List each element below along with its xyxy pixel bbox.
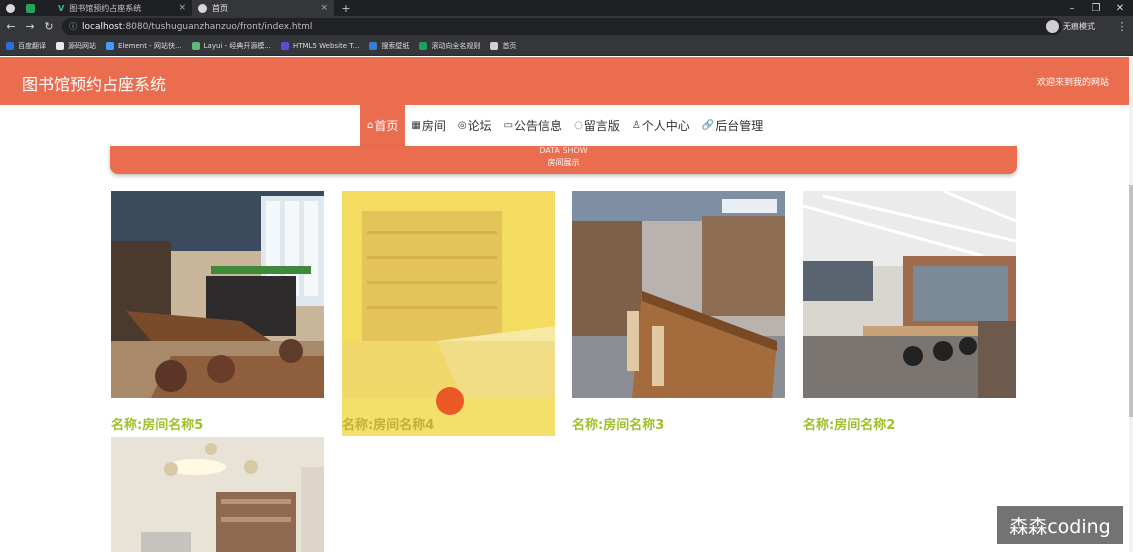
bookmark-item[interactable]: Layui - 经典开源模...	[191, 41, 272, 51]
nav-icon: ▭	[503, 120, 514, 131]
bookmark-icon	[56, 42, 64, 50]
bookmark-item[interactable]: Element - 网站快...	[106, 41, 182, 51]
bookmark-label: 源码网站	[68, 42, 96, 50]
bookmark-item[interactable]: 百度翻译	[6, 41, 46, 51]
pointer-highlight	[436, 387, 464, 415]
bookmark-label: Layui - 经典开源模...	[203, 42, 272, 50]
new-tab-button[interactable]: +	[338, 0, 354, 16]
url-host: localhost	[82, 21, 123, 32]
incognito-profile[interactable]: 无痕模式	[1046, 19, 1095, 34]
nav-icon: ▦	[411, 120, 421, 131]
restore-icon[interactable]: ❐	[1084, 0, 1108, 16]
nav-label: 留言版	[583, 119, 620, 133]
nav-item[interactable]: ◌ 留言版	[568, 105, 626, 146]
room-image[interactable]	[342, 191, 555, 398]
reload-icon[interactable]: ↻	[42, 19, 56, 33]
url-input[interactable]: ⓘ localhost:8080/tushuguanzhanzuo/front/…	[62, 18, 1062, 35]
site-header: 图书馆预约占座系统 欢迎来到我的网站	[0, 57, 1129, 105]
nav-icon: 🔗	[701, 120, 715, 131]
nav-label: 首页	[374, 119, 399, 133]
scrollbar-thumb[interactable]	[1129, 185, 1133, 417]
tab-pinned[interactable]	[0, 0, 54, 16]
room-image[interactable]	[803, 191, 1016, 398]
nav-label: 房间	[421, 119, 446, 133]
nav-icon: ⌂	[367, 120, 374, 131]
room-name[interactable]: 名称:房间名称5	[111, 414, 324, 433]
back-icon[interactable]: ←	[4, 19, 18, 33]
close-icon[interactable]: ×	[178, 3, 186, 13]
nav-item[interactable]: ⌂ 首页	[360, 105, 406, 146]
bookmark-item[interactable]: 首页	[490, 41, 516, 51]
site-title: 图书馆预约占座系统	[22, 75, 167, 94]
bookmark-icon	[490, 42, 499, 50]
minimize-icon[interactable]: –	[1060, 0, 1084, 16]
room-card[interactable]: 名称:房间名称3	[572, 191, 785, 433]
tab-title: 首页	[212, 3, 228, 13]
nav-item[interactable]: ◎ 论坛	[451, 105, 498, 146]
bookmark-label: 首页	[502, 42, 517, 50]
banner-en: DATA SHOW	[539, 146, 588, 155]
close-window-icon[interactable]: ✕	[1108, 0, 1132, 16]
watermark: 森森coding	[997, 506, 1123, 544]
tab-system[interactable]: V 图书馆预约占座系统 ×	[54, 0, 192, 16]
nav-label: 个人中心	[641, 119, 690, 133]
page-viewport: 图书馆预约占座系统 欢迎来到我的网站 ⌂ 首页 ▦ 房间 ◎ 论坛 ▭ 公告信息 ◌ 留言版 ♙ 个人…	[0, 57, 1133, 552]
bookmark-icon	[281, 42, 290, 50]
bookmark-label: Element - 网站快...	[118, 42, 182, 50]
room-image[interactable]	[111, 437, 324, 552]
bookmark-label: 滚动向全名规则	[431, 42, 481, 50]
bookmark-label: 搜索壁纸	[381, 42, 410, 50]
address-bar-row: ← → ↻ ⓘ localhost:8080/tushuguanzhanzuo/…	[0, 16, 1133, 37]
forward-icon[interactable]: →	[23, 19, 37, 33]
nav-item[interactable]: ▦ 房间	[405, 105, 452, 146]
room-name[interactable]: 名称:房间名称2	[803, 414, 1016, 433]
tab-title: 图书馆预约占座系统	[69, 3, 142, 13]
nav-item[interactable]: ♙ 个人中心	[625, 105, 696, 146]
nav-label: 论坛	[467, 119, 492, 133]
bookmark-icon	[6, 42, 14, 50]
nav-icon: ♙	[631, 120, 641, 131]
vue-icon: V	[58, 3, 65, 13]
room-card[interactable]: 名称:房间名称2	[803, 191, 1016, 433]
room-name[interactable]: 名称:房间名称4	[342, 414, 555, 433]
bookmark-item[interactable]: HTML5 Website T...	[281, 42, 359, 50]
close-icon[interactable]: ×	[320, 3, 328, 13]
nav-label: 公告信息	[514, 119, 563, 133]
bookmark-icon	[191, 42, 200, 50]
nav-label: 后台管理	[715, 119, 764, 133]
bookmark-item[interactable]: 搜索壁纸	[369, 41, 409, 51]
menu-icon[interactable]: ⋮	[1115, 19, 1129, 33]
tab-home[interactable]: 首页 ×	[192, 0, 334, 16]
banner-title: 房间展示	[547, 158, 580, 167]
nav-icon: ◌	[574, 120, 583, 131]
scrollbar[interactable]	[1129, 57, 1133, 552]
bookmarks-bar: 百度翻译 源码网站 Element - 网站快... Layui - 经典开源模...…	[0, 37, 1133, 56]
globe-icon	[198, 3, 207, 13]
bookmark-item[interactable]: 滚动向全名规则	[419, 41, 480, 51]
bookmark-item[interactable]: 源码网站	[56, 41, 96, 51]
main-nav: ⌂ 首页 ▦ 房间 ◎ 论坛 ▭ 公告信息 ◌ 留言版 ♙ 个人中心 🔗 后台管理	[360, 105, 770, 146]
room-image[interactable]	[572, 191, 785, 398]
app-icon	[26, 3, 35, 13]
welcome-text: 欢迎来到我的网站	[1036, 78, 1109, 88]
room-name[interactable]: 名称:房间名称3	[572, 414, 785, 433]
profile-label: 无痕模式	[1063, 22, 1095, 31]
browser-tab-strip: V 图书馆预约占座系统 × 首页 × + – ❐ ✕	[0, 0, 1133, 16]
bookmark-label: 百度翻译	[18, 42, 46, 50]
nav-icon: ◎	[457, 120, 467, 131]
bookmark-icon	[369, 42, 378, 50]
incognito-icon	[1046, 20, 1059, 33]
room-image[interactable]	[111, 191, 324, 398]
globe-icon	[6, 3, 15, 13]
nav-item[interactable]: ▭ 公告信息	[497, 105, 569, 146]
nav-item[interactable]: 🔗 后台管理	[695, 105, 770, 146]
bookmark-icon	[106, 42, 114, 50]
bookmark-label: HTML5 Website T...	[293, 42, 360, 50]
room-card[interactable]	[111, 437, 324, 552]
info-icon: ⓘ	[69, 22, 77, 31]
room-card[interactable]: 名称:房间名称5	[111, 191, 324, 433]
section-banner: DATA SHOW 房间展示	[110, 146, 1017, 174]
url-path: :8080/tushuguanzhanzuo/front/index.html	[122, 21, 313, 32]
bookmark-icon	[419, 42, 428, 50]
